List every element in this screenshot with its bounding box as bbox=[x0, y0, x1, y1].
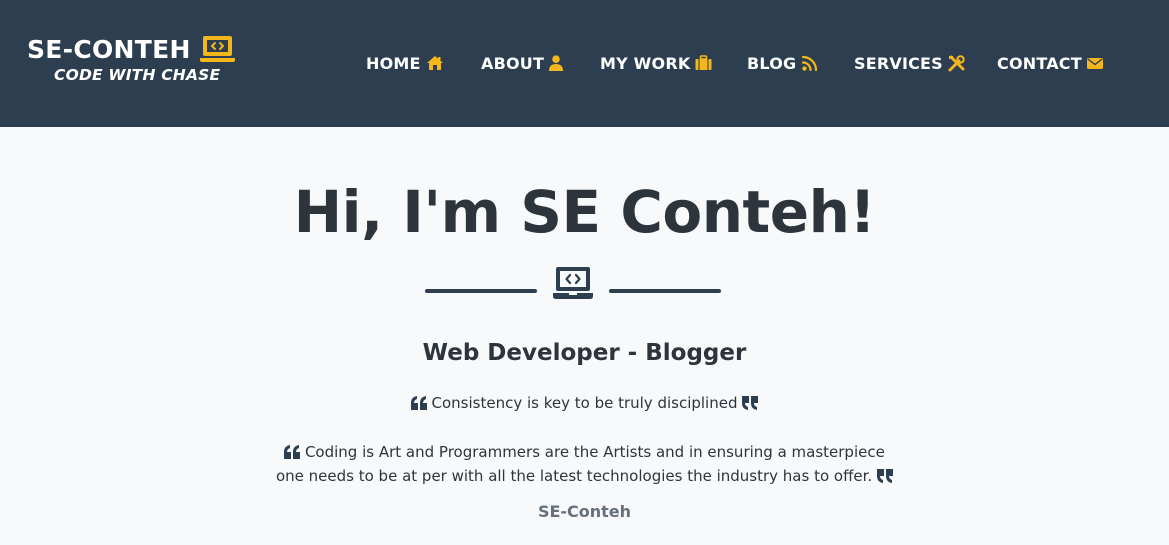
nav-item-home: HOME bbox=[366, 51, 481, 75]
brand-subtitle: CODE WITH CHASE bbox=[54, 66, 221, 84]
nav-label-blog: BLOG bbox=[747, 53, 797, 73]
navbar: SE-CONTEH CODE WITH CHASE HOME ABOUT MY … bbox=[0, 0, 1169, 127]
home-icon bbox=[426, 56, 443, 70]
nav-item-my-work: MY WORK bbox=[600, 51, 747, 75]
suitcase-icon bbox=[695, 55, 712, 70]
nav-label-contact: CONTACT bbox=[997, 53, 1082, 73]
rss-icon bbox=[802, 55, 818, 71]
quote-right-icon bbox=[877, 469, 893, 483]
nav-link-about[interactable]: ABOUT bbox=[481, 51, 600, 75]
quote-right-icon bbox=[742, 396, 759, 410]
nav-label-home: HOME bbox=[366, 53, 421, 73]
divider-line-right bbox=[609, 289, 721, 293]
hero-subtitle: Web Developer - Blogger bbox=[422, 340, 747, 366]
nav-label-about: ABOUT bbox=[481, 53, 545, 73]
nav-link-contact[interactable]: CONTACT bbox=[997, 51, 1103, 75]
quote-left-icon bbox=[284, 445, 301, 459]
nav-link-services[interactable]: SERVICES bbox=[854, 51, 997, 75]
quote-consistency-text: Consistency is key to be truly disciplin… bbox=[431, 394, 738, 412]
quote-coding-line-1: Coding is Art and Programmers are the Ar… bbox=[0, 440, 1169, 464]
quote-coding-line-2: one needs to be at per with all the late… bbox=[0, 464, 1169, 488]
nav-label-my-work: MY WORK bbox=[600, 53, 691, 73]
laptop-code-icon bbox=[199, 36, 235, 62]
user-icon bbox=[549, 55, 564, 71]
divider-line-left bbox=[425, 289, 537, 293]
quote-coding-text-1: Coding is Art and Programmers are the Ar… bbox=[304, 443, 885, 461]
quote-author: SE-Conteh bbox=[537, 502, 632, 521]
brand-link[interactable]: SE-CONTEH CODE WITH CHASE bbox=[27, 34, 235, 85]
nav-item-contact: CONTACT bbox=[997, 51, 1103, 75]
quote-left-icon bbox=[410, 396, 427, 410]
nav-item-blog: BLOG bbox=[747, 51, 854, 75]
nav-link-blog[interactable]: BLOG bbox=[747, 51, 854, 75]
nav-label-services: SERVICES bbox=[854, 53, 943, 73]
tools-icon bbox=[948, 54, 965, 71]
nav-link-home[interactable]: HOME bbox=[366, 51, 481, 75]
nav-menu: HOME ABOUT MY WORK BLOG SERVICES CONTACT bbox=[366, 51, 1103, 75]
quote-consistency: Consistency is key to be truly disciplin… bbox=[0, 393, 1169, 414]
nav-item-about: ABOUT bbox=[481, 51, 600, 75]
envelope-icon bbox=[1086, 57, 1103, 69]
brand-title-row: SE-CONTEH bbox=[27, 34, 235, 66]
nav-link-my-work[interactable]: MY WORK bbox=[600, 51, 747, 75]
brand-title: SE-CONTEH bbox=[27, 35, 191, 64]
quote-coding-text-2: one needs to be at per with all the late… bbox=[275, 467, 873, 485]
divider bbox=[425, 266, 721, 300]
quote-coding: Coding is Art and Programmers are the Ar… bbox=[0, 440, 1169, 488]
nav-item-services: SERVICES bbox=[854, 51, 997, 75]
hero-title: Hi, I'm SE Conteh! bbox=[293, 178, 876, 246]
laptop-code-icon bbox=[553, 267, 593, 299]
